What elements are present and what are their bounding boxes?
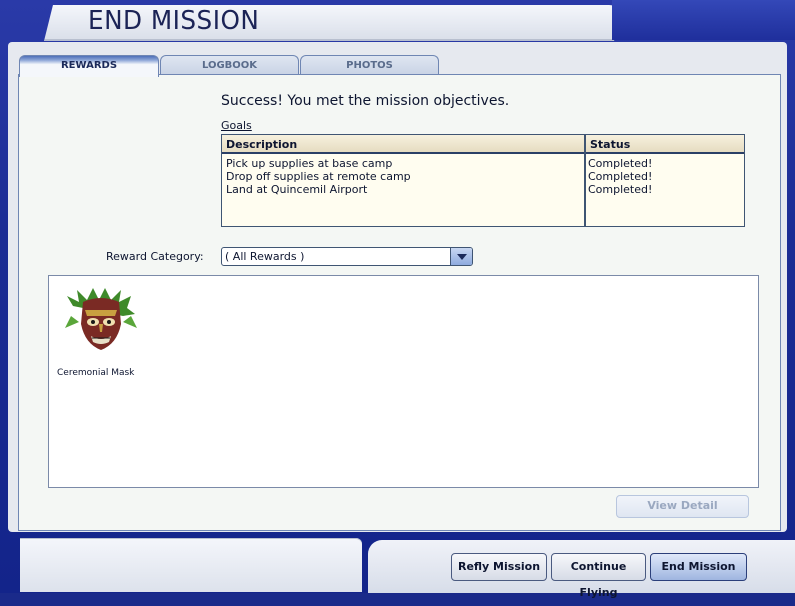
refly-mission-button[interactable]: Refly Mission	[451, 553, 547, 581]
reward-item-label: Ceremonial Mask	[57, 368, 135, 378]
goals-table: Description Status Pick up supplies at b…	[221, 134, 745, 227]
goals-label: Goals	[221, 119, 252, 132]
rewards-list: Ceremonial Mask	[48, 275, 759, 488]
goal-description: Drop off supplies at remote camp	[226, 170, 411, 183]
reward-category-label: Reward Category:	[106, 250, 204, 263]
reward-category-select[interactable]: ( All Rewards )	[221, 247, 473, 266]
goal-status: Completed!	[588, 170, 653, 183]
goals-header-description[interactable]: Description	[222, 135, 584, 154]
goal-status: Completed!	[588, 157, 653, 170]
goals-column-divider	[584, 135, 586, 226]
reward-category-value: ( All Rewards )	[225, 250, 305, 263]
view-detail-button[interactable]: View Detail	[616, 495, 749, 518]
goal-description: Pick up supplies at base camp	[226, 157, 393, 170]
ceremonial-mask-icon	[65, 288, 137, 350]
goals-header-status[interactable]: Status	[586, 135, 744, 154]
tab-photos[interactable]: PHOTOS	[300, 55, 439, 76]
tab-logbook[interactable]: LOGBOOK	[160, 55, 299, 76]
window-title: END MISSION	[88, 6, 260, 36]
status-panel	[20, 538, 362, 592]
end-mission-button[interactable]: End Mission	[650, 553, 747, 581]
goal-description: Land at Quincemil Airport	[226, 183, 368, 196]
chevron-down-icon[interactable]	[450, 248, 472, 265]
continue-flying-button[interactable]: Continue Flying	[551, 553, 646, 599]
goal-status: Completed!	[588, 183, 653, 196]
title-bar-right	[612, 0, 795, 40]
tab-rewards[interactable]: REWARDS	[19, 55, 159, 77]
mission-result-message: Success! You met the mission objectives.	[221, 93, 510, 109]
title-bar: END MISSION	[0, 0, 795, 41]
